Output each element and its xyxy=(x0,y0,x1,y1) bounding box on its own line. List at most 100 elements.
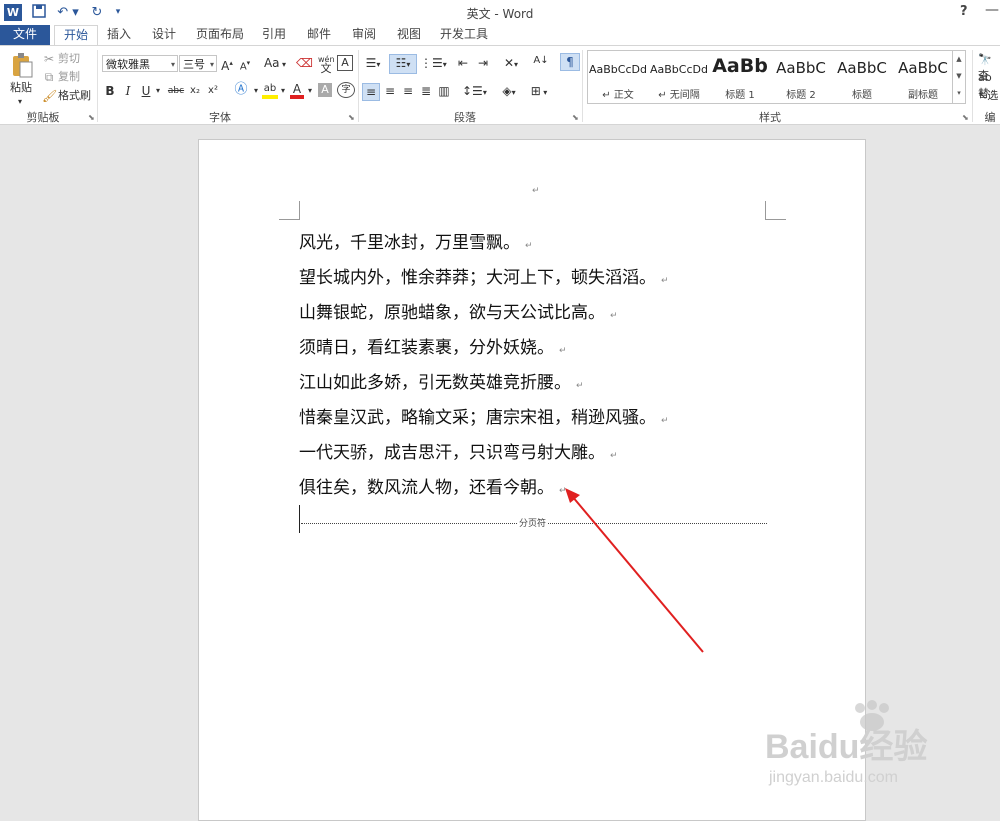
tab-home[interactable]: 开始 xyxy=(54,25,98,46)
title-bar: W ↶ ▾ ↻ ▾ 英文 - Word ? — xyxy=(0,0,1000,25)
tab-view[interactable]: 视图 xyxy=(390,25,428,45)
group-separator xyxy=(582,50,583,122)
shading-icon[interactable]: ◈▾ xyxy=(498,83,520,101)
editing-group-label: 编 xyxy=(984,111,996,124)
gallery-scroll[interactable]: ▲ ▼ ▾ xyxy=(952,51,965,103)
text-effects-dropdown-icon[interactable]: ▾ xyxy=(252,83,260,99)
strikethrough-button[interactable]: abc xyxy=(166,83,186,99)
group-separator xyxy=(358,50,359,122)
baidu-jingyan-watermark: Baidu经验 jingyan.baidu.com xyxy=(765,700,927,786)
tab-mailings[interactable]: 邮件 xyxy=(300,25,338,45)
styles-gallery: AaBbCcDd ↵ 正文 AaBbCcDd ↵ 无间隔 AaBb 标题 1 A… xyxy=(587,50,966,104)
copy-button[interactable]: 复制 xyxy=(58,69,80,85)
tab-developer[interactable]: 开发工具 xyxy=(436,25,492,45)
group-separator xyxy=(97,50,98,122)
style-heading-2[interactable]: AaBbC 标题 2 xyxy=(771,51,831,101)
highlight-dropdown-icon[interactable]: ▾ xyxy=(279,83,287,99)
copy-icon[interactable]: ⧉ xyxy=(42,69,56,85)
align-center-icon[interactable]: ≡ xyxy=(382,83,398,99)
margin-corner-top-right xyxy=(765,201,786,220)
decrease-indent-icon[interactable]: ⇤ xyxy=(455,55,471,71)
tab-file[interactable]: 文件 xyxy=(0,25,50,45)
document-line[interactable]: 江山如此多娇，引无数英雄竞折腰。 ↵ xyxy=(299,368,584,393)
sort-icon[interactable]: A↓ xyxy=(533,53,549,69)
cut-icon[interactable]: ✂ xyxy=(42,51,56,67)
clear-format-icon[interactable]: ⌫ xyxy=(296,55,313,71)
style-sample: AaBbCcDd xyxy=(650,63,708,76)
document-line[interactable]: 须晴日，看红装素裹，分外妖娆。 ↵ xyxy=(299,333,567,358)
style-name: ↵ 无间隔 xyxy=(658,90,700,101)
paragraph-group-label: 段落 xyxy=(454,111,476,124)
style-title[interactable]: AaBbC 标题 xyxy=(832,51,892,101)
style-normal[interactable]: AaBbCcDd ↵ 正文 xyxy=(588,51,648,101)
tab-page-layout[interactable]: 页面布局 xyxy=(192,25,248,45)
enclose-characters-button[interactable]: 字 xyxy=(337,82,355,98)
ribbon-tabs: 文件 开始 插入 设计 页面布局 引用 邮件 审阅 视图 开发工具 xyxy=(0,25,1000,46)
tab-review[interactable]: 审阅 xyxy=(345,25,383,45)
style-sample: AaBb xyxy=(712,55,768,77)
font-color-dropdown-icon[interactable]: ▾ xyxy=(306,83,314,99)
shrink-font-icon[interactable]: A▾ xyxy=(238,55,252,75)
document-line[interactable]: 俱往矣，数风流人物，还看今朝。 ↵ xyxy=(299,473,567,498)
style-subtitle[interactable]: AaBbC 副标题 xyxy=(893,51,953,101)
font-name-combo[interactable]: 微软雅黑 ▾ xyxy=(102,55,178,72)
tab-insert[interactable]: 插入 xyxy=(100,25,138,45)
format-painter-button[interactable]: 格式刷 xyxy=(58,88,91,104)
style-name: 副标题 xyxy=(908,90,938,101)
document-line[interactable]: 风光，千里冰封，万里雪飘。 ↵ xyxy=(299,228,533,253)
paste-icon[interactable] xyxy=(10,52,34,80)
text-effects-icon[interactable]: Ⓐ xyxy=(232,82,250,98)
align-right-icon[interactable]: ≡ xyxy=(400,83,416,99)
bold-button[interactable]: B xyxy=(104,83,116,99)
increase-indent-icon[interactable]: ⇥ xyxy=(475,55,491,71)
underline-dropdown-icon[interactable]: ▾ xyxy=(154,83,162,99)
subscript-button[interactable]: x₂ xyxy=(188,83,202,99)
enclose-char-box-icon[interactable]: A xyxy=(337,55,353,71)
bullets-icon[interactable]: ☰▾ xyxy=(362,55,384,73)
style-name: ↵ 正文 xyxy=(602,90,634,101)
format-painter-icon[interactable]: 🖌 xyxy=(42,88,57,104)
grow-font-icon[interactable]: A▴ xyxy=(220,55,234,74)
styles-launcher-icon[interactable]: ⬊ xyxy=(962,113,969,122)
multilevel-list-icon[interactable]: ⋮☰▾ xyxy=(420,55,447,73)
style-heading-1[interactable]: AaBb 标题 1 xyxy=(710,51,770,101)
change-case-icon[interactable]: Aa ▾ xyxy=(262,55,288,73)
italic-button[interactable]: I xyxy=(122,83,134,99)
font-launcher-icon[interactable]: ⬊ xyxy=(348,113,355,122)
show-hide-marks-icon[interactable]: ¶ xyxy=(560,53,580,71)
tab-design[interactable]: 设计 xyxy=(145,25,183,45)
align-left-icon[interactable]: ≡ xyxy=(362,83,380,101)
font-color-button[interactable]: A xyxy=(290,81,304,99)
style-sample: AaBbCcDd xyxy=(589,63,647,76)
help-button[interactable]: ? xyxy=(960,4,968,19)
watermark-url: jingyan.baidu.com xyxy=(768,769,898,786)
numbering-icon[interactable]: ☷▾ xyxy=(389,54,417,74)
line-spacing-icon[interactable]: ↕☰▾ xyxy=(462,83,487,101)
justify-icon[interactable]: ≣ xyxy=(418,83,434,99)
minimize-button[interactable]: — xyxy=(985,2,999,18)
char-shading-button[interactable]: A xyxy=(318,83,332,97)
style-name: 标题 xyxy=(852,90,872,101)
phonetic-guide-char[interactable]: 文 xyxy=(318,61,334,77)
highlight-button[interactable]: ab xyxy=(262,81,278,99)
distributed-icon[interactable]: ▥ xyxy=(436,83,452,99)
underline-button[interactable]: U xyxy=(140,83,152,99)
superscript-button[interactable]: x² xyxy=(206,83,220,99)
style-sample: AaBbC xyxy=(898,59,948,77)
document-line[interactable]: 一代天骄，成吉思汗，只识弯弓射大雕。 ↵ xyxy=(299,438,618,463)
chinese-layout-icon[interactable]: ✕▾ xyxy=(500,55,522,73)
select-button[interactable]: ↖选 xyxy=(978,88,998,104)
document-line[interactable]: 山舞银蛇，原驰蜡象，欲与天公试比高。 ↵ xyxy=(299,298,618,323)
text-cursor xyxy=(299,505,300,533)
style-no-spacing[interactable]: AaBbCcDd ↵ 无间隔 xyxy=(649,51,709,101)
borders-icon[interactable]: ⊞ ▾ xyxy=(527,83,551,101)
style-sample: AaBbC xyxy=(776,59,826,77)
clipboard-launcher-icon[interactable]: ⬊ xyxy=(88,113,95,122)
tab-references[interactable]: 引用 xyxy=(255,25,293,45)
font-size-combo[interactable]: 三号 ▾ xyxy=(179,55,217,72)
paragraph-launcher-icon[interactable]: ⬊ xyxy=(572,113,579,122)
paste-dropdown-icon[interactable]: ▾ xyxy=(18,94,22,110)
document-line[interactable]: 惜秦皇汉武，略输文采；唐宗宋祖，稍逊风骚。 ↵ xyxy=(299,403,669,428)
document-line[interactable]: 望长城内外，惟余莽莽；大河上下，顿失滔滔。 ↵ xyxy=(299,263,669,288)
cut-button[interactable]: 剪切 xyxy=(58,51,80,67)
